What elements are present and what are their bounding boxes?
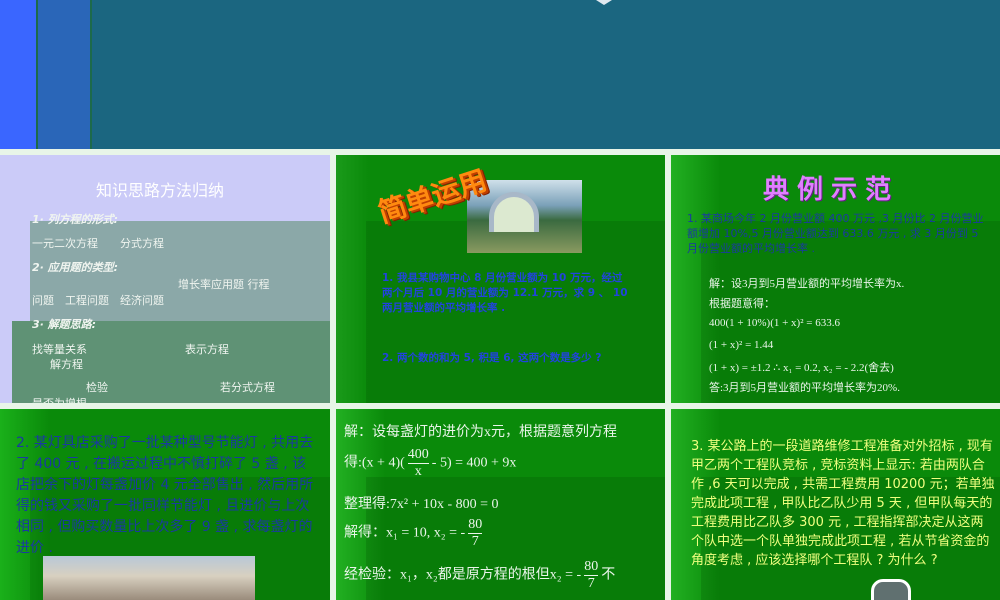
equation-line: 整理得:7x² + 10x - 800 = 0 (344, 497, 499, 512)
eq-part: 得:(x + 4)( (344, 455, 405, 471)
question: 2. 某灯具店采购了一批某种型号节能灯 , 共用去了 400 元 , 在搬运过程… (16, 435, 314, 556)
tree-image (43, 556, 255, 600)
solution-line: (1 + x)² = 1.44 (709, 339, 774, 351)
numerator: 80 (584, 559, 599, 576)
text: 找等量关系 (32, 343, 87, 356)
text: 解方程 (50, 358, 83, 371)
text: 问题 工程问题 经济问题 (32, 294, 164, 307)
numerator: 400 (407, 447, 429, 464)
text: 表示方程 (185, 343, 229, 356)
solution-line: 400(1 + 10%)(1 + x)² = 633.6 (709, 317, 840, 329)
slide-marker (596, 0, 612, 5)
fraction: 400 x (407, 447, 429, 480)
eq-part: 解得：x₁ = 10, x₂ = - (344, 525, 466, 541)
solution-line: 解：设3月到5月营业额的平均增长率为x. (709, 278, 905, 290)
problem-1: 1. 我县某购物中心 8 月份营业额为 10 万元，经过两个月后 10 月的营业… (382, 272, 628, 314)
slide-stripe (0, 0, 36, 149)
wordart-title: 典例示范 (763, 175, 900, 205)
solution-line: (1 + x) = ±1.2 ∴ x₁ = 0.2, x₂ = - 2.2(舍去… (709, 362, 894, 374)
clipart-image (871, 579, 911, 600)
slide-thumbnail-1[interactable]: 知识思路方法归纳 1· 列方程的形式: 一元二次方程 分式方程 2· 应用题的类… (0, 155, 330, 403)
solution-line: 解：设每盏灯的进价为x元，根据题意列方程 (344, 425, 617, 440)
question: 1. 某商场今年 2 月份营业额 400 万元 ,3 月份比 2 月份营业额增加… (687, 212, 984, 255)
equation-line: 得:(x + 4)(400 x - 5) = 400 + 9x (344, 447, 516, 480)
heading: 3· 解题思路: (32, 318, 97, 331)
text: 检验 (86, 381, 108, 394)
fraction: 80 7 (468, 517, 483, 550)
slide-thumbnail-4[interactable]: 2. 某灯具店采购了一批某种型号节能灯 , 共用去了 400 元 , 在搬运过程… (0, 409, 330, 600)
fraction: 80 7 (584, 559, 599, 592)
bridge-arch (489, 192, 539, 232)
slide-thumbnail-5[interactable]: 解：设每盏灯的进价为x元，根据题意列方程 得:(x + 4)(400 x - 5) … (336, 409, 665, 600)
slide-title: 知识思路方法归纳 (95, 181, 224, 200)
solution-line: 根据题意得： (709, 298, 775, 310)
solution-line: 答:3月到5月营业额的平均增长率为20%. (709, 382, 900, 394)
question: 3. 某公路上的一段道路维修工程准备对外招标 , 现有甲乙两个工程队竞标 , 竞… (691, 439, 995, 568)
slide-stripe (36, 0, 92, 149)
slide-thumbnail-3[interactable]: 典例示范 1. 某商场今年 2 月份营业额 400 万元 ,3 月份比 2 月份… (671, 155, 1000, 403)
text: 若分式方程 (220, 381, 275, 394)
text: 是否为增根 (32, 395, 87, 403)
eq-part: 不 (601, 567, 616, 583)
text: 一元二次方程 分式方程 (32, 237, 164, 250)
equation-line: 解得：x₁ = 10, x₂ = -80 7 (344, 517, 485, 550)
slide-thumbnail-2[interactable]: 简单运用 1. 我县某购物中心 8 月份营业额为 10 万元，经过两个月后 10… (336, 155, 665, 403)
eq-part: 经检验：x₁，x₂都是原方程的根但x₂ = - (344, 567, 582, 583)
eq-part: - 5) = 400 + 9x (431, 455, 517, 471)
problem-2: 2. 两个数的和为 5, 积是 6, 这两个数是多少 ? (382, 352, 602, 364)
heading: 1· 列方程的形式: (32, 213, 119, 226)
numerator: 80 (468, 517, 483, 534)
current-slide-preview[interactable] (0, 0, 1000, 149)
denominator: 7 (471, 534, 479, 549)
heading: 2· 应用题的类型: (32, 261, 119, 274)
denominator: x (414, 464, 422, 479)
equation-line: 经检验：x₁，x₂都是原方程的根但x₂ = -80 7 不 (344, 559, 615, 592)
slide-thumbnail-6[interactable]: 3. 某公路上的一段道路维修工程准备对外招标 , 现有甲乙两个工程队竞标 , 竞… (671, 409, 1000, 600)
text: 增长率应用题 行程 (178, 278, 270, 291)
denominator: 7 (587, 576, 595, 591)
